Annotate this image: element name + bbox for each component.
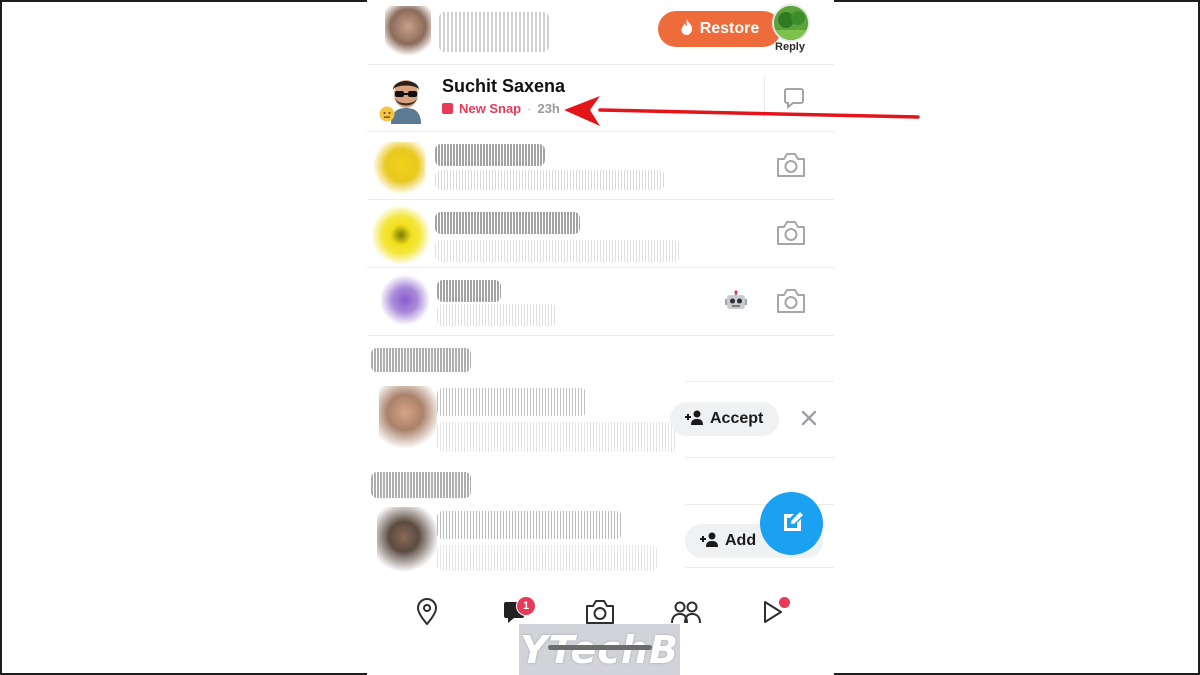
- chat-row-blurred[interactable]: [367, 268, 834, 334]
- blurred-status: [435, 240, 680, 262]
- accept-button[interactable]: Accept: [670, 402, 780, 436]
- blurred-avatar: [371, 206, 431, 264]
- restore-label: Restore: [699, 20, 760, 37]
- blurred-section-header: [371, 348, 471, 372]
- camera-reply-icon[interactable]: [775, 219, 807, 247]
- blurred-name: [437, 511, 622, 539]
- map-pin-icon: [415, 597, 439, 631]
- restore-button[interactable]: Restore: [658, 11, 781, 47]
- chat-notification-badge: 1: [516, 596, 536, 616]
- blurred-status: [437, 422, 677, 452]
- status-separator: ·: [527, 101, 532, 116]
- compose-icon: [778, 507, 806, 540]
- blurred-name: [439, 12, 549, 52]
- add-label: Add: [725, 532, 757, 549]
- chat-row-blurred[interactable]: [367, 200, 834, 266]
- blurred-avatar: [385, 6, 431, 58]
- blurred-status: [435, 170, 665, 190]
- dismiss-icon[interactable]: [800, 409, 818, 427]
- add-friend-icon: [699, 531, 719, 552]
- chat-status: New Snap · 23h: [442, 101, 560, 116]
- blurred-avatar: [377, 507, 437, 573]
- fire-icon: [680, 18, 694, 40]
- emoji-face-icon: [379, 106, 395, 122]
- blurred-name: [437, 388, 587, 416]
- blurred-name: [437, 280, 501, 302]
- chat-row-blurred-top[interactable]: Restore Reply: [367, 0, 834, 64]
- blurred-avatar: [379, 386, 437, 452]
- new-snap-square-icon: [442, 103, 453, 114]
- map-tab[interactable]: [407, 594, 447, 634]
- chat-row-blurred[interactable]: [367, 132, 834, 198]
- blurred-section-header: [371, 472, 471, 498]
- home-indicator: [548, 645, 652, 650]
- new-chat-button[interactable]: [760, 492, 823, 555]
- camera-reply-icon[interactable]: [775, 151, 807, 179]
- blurred-status: [437, 545, 657, 571]
- add-friend-icon: [684, 409, 704, 430]
- blurred-avatar: [373, 142, 425, 194]
- reply-label: Reply: [775, 41, 805, 53]
- status-label: New Snap: [459, 101, 522, 116]
- camera-reply-icon[interactable]: [775, 287, 807, 315]
- row-divider: [685, 457, 834, 458]
- blurred-avatar: [381, 274, 429, 326]
- blurred-name: [435, 212, 580, 234]
- row-divider: [367, 335, 834, 336]
- status-time: 23h: [537, 101, 560, 116]
- blurred-status: [437, 304, 557, 326]
- contact-name: Suchit Saxena: [442, 76, 566, 96]
- stories-notification-dot: [779, 597, 790, 608]
- blurred-name: [435, 144, 545, 166]
- robot-icon: [724, 290, 748, 314]
- reply-thumbnail[interactable]: [772, 4, 810, 42]
- row-divider: [685, 567, 834, 568]
- accept-label: Accept: [710, 410, 764, 427]
- annotation-arrow-icon: [560, 96, 920, 135]
